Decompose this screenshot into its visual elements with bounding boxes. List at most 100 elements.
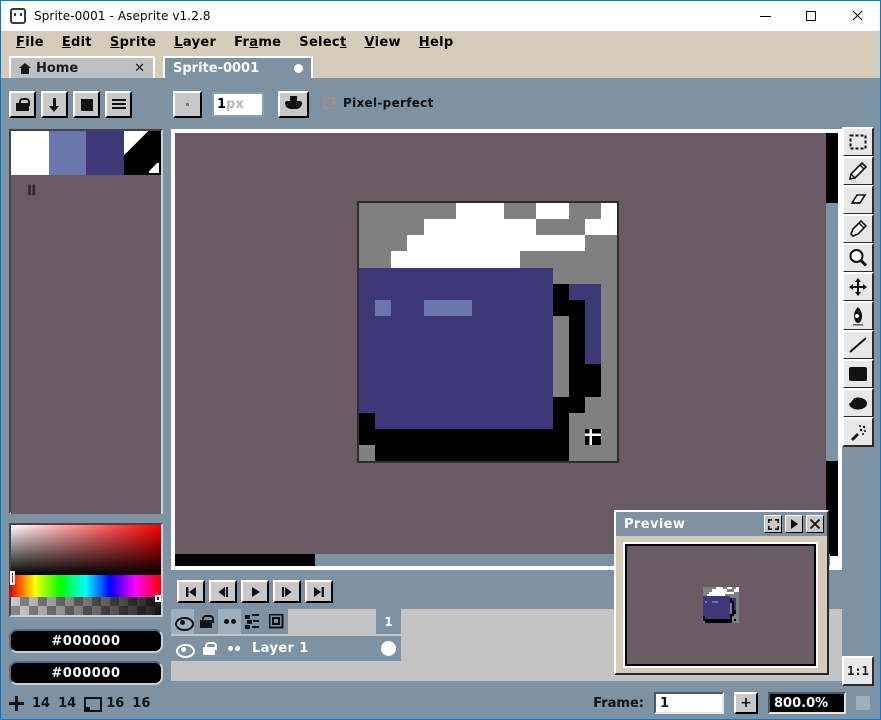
sprite-pixel[interactable] [520, 267, 537, 284]
sprite-pixel[interactable] [375, 396, 392, 413]
sprite-pixel[interactable] [584, 444, 601, 461]
sprite-pixel[interactable] [391, 380, 408, 397]
sprite-pixel[interactable] [584, 283, 601, 300]
sprite-pixel[interactable] [391, 428, 408, 445]
sprite-pixel[interactable] [568, 412, 585, 429]
sprite-pixel[interactable] [504, 428, 521, 445]
sprite-pixel[interactable] [391, 299, 408, 316]
sprite-pixel[interactable] [471, 283, 488, 300]
sprite-pixel[interactable] [455, 412, 472, 429]
sprite-pixel[interactable] [568, 235, 585, 252]
sprite-pixel[interactable] [375, 332, 392, 349]
sprite-pixel[interactable] [391, 444, 408, 461]
sprite-pixel[interactable] [359, 267, 376, 284]
sprite-pixel[interactable] [536, 315, 553, 332]
sprite-pixel[interactable] [552, 396, 569, 413]
sprite-pixel[interactable] [584, 219, 601, 236]
sprite-pixel[interactable] [520, 203, 537, 220]
sprite-pixel[interactable] [359, 299, 376, 316]
spray-tool[interactable] [842, 417, 874, 447]
canvas-viewport[interactable] [175, 133, 830, 556]
sprite-pixel[interactable] [375, 315, 392, 332]
sprite-pixel[interactable] [391, 364, 408, 381]
sprite-pixel[interactable] [407, 364, 424, 381]
go-next-frame-button[interactable] [273, 580, 301, 603]
background-color-hex[interactable]: #000000 [9, 661, 163, 685]
sprite-pixel[interactable] [423, 348, 440, 365]
sprite-pixel[interactable] [536, 364, 553, 381]
sprite-pixel[interactable] [552, 315, 569, 332]
zoom-level-field[interactable]: 800.0% [768, 692, 846, 714]
sprite-pixel[interactable] [536, 396, 553, 413]
sprite-pixel[interactable] [600, 412, 617, 429]
sprite-pixel[interactable] [488, 219, 505, 236]
sprite-pixel[interactable] [488, 283, 505, 300]
sprite-pixel[interactable] [600, 315, 617, 332]
sprite-pixel[interactable] [504, 396, 521, 413]
hue-handle[interactable] [10, 571, 15, 585]
sprite-pixel[interactable] [568, 219, 585, 236]
sprite-pixel[interactable] [504, 299, 521, 316]
sprite-pixel[interactable] [391, 315, 408, 332]
sprite-pixel[interactable] [455, 332, 472, 349]
sprite-pixel[interactable] [407, 267, 424, 284]
hue-slider[interactable] [11, 575, 161, 597]
sprite-pixel[interactable] [488, 348, 505, 365]
sprite-pixel[interactable] [600, 332, 617, 349]
sprite-pixel[interactable] [568, 364, 585, 381]
sprite-pixel[interactable] [455, 315, 472, 332]
brush-type-button[interactable] [173, 91, 202, 118]
rectangle-tool[interactable] [842, 359, 874, 389]
resize-grip[interactable] [856, 696, 870, 710]
menu-select[interactable]: Select [290, 33, 355, 52]
menu-edit[interactable]: Edit [53, 33, 101, 52]
preview-close-button[interactable] [806, 515, 824, 533]
sprite-pixel[interactable] [488, 315, 505, 332]
menu-help[interactable]: Help [410, 33, 463, 52]
sprite-pixel[interactable] [375, 412, 392, 429]
preview-fit-button[interactable] [764, 515, 782, 533]
tab-home-close-icon[interactable]: ✕ [134, 61, 145, 76]
sprite-pixel[interactable] [423, 283, 440, 300]
timeline-cel-1[interactable] [376, 636, 401, 661]
sprite-pixel[interactable] [455, 251, 472, 268]
sprite-pixel[interactable] [407, 219, 424, 236]
sprite-pixel[interactable] [439, 315, 456, 332]
sprite-pixel[interactable] [600, 235, 617, 252]
pixel-perfect-toggle[interactable]: Pixel-perfect [323, 96, 434, 110]
sprite-pixel[interactable] [520, 251, 537, 268]
sprite-pixel[interactable] [407, 428, 424, 445]
sprite-pixel[interactable] [439, 396, 456, 413]
sprite-pixel[interactable] [584, 315, 601, 332]
sprite-pixel[interactable] [439, 235, 456, 252]
alpha-handle[interactable] [155, 595, 161, 602]
sprite-pixel[interactable] [504, 412, 521, 429]
sprite-pixel[interactable] [391, 396, 408, 413]
sprite-pixel[interactable] [471, 396, 488, 413]
sprite-pixel[interactable] [359, 283, 376, 300]
sprite-pixel[interactable] [423, 235, 440, 252]
sprite-pixel[interactable] [471, 380, 488, 397]
sprite-pixel[interactable] [391, 251, 408, 268]
timeline-layer-row[interactable]: Layer 1 [171, 636, 401, 661]
palette-swatch-3[interactable] [123, 131, 161, 175]
sprite-pixel[interactable] [455, 380, 472, 397]
sprite-pixel[interactable] [520, 380, 537, 397]
sprite-pixel[interactable] [488, 444, 505, 461]
sprite-pixel[interactable] [520, 315, 537, 332]
sprite-pixel[interactable] [504, 348, 521, 365]
sprite-pixel[interactable] [439, 412, 456, 429]
sprite-pixel[interactable] [407, 299, 424, 316]
sprite-pixel[interactable] [391, 267, 408, 284]
sprite-pixel[interactable] [359, 396, 376, 413]
sprite-pixel[interactable] [455, 235, 472, 252]
sprite-pixel[interactable] [504, 332, 521, 349]
sprite-pixel[interactable] [407, 315, 424, 332]
sprite-pixel[interactable] [423, 444, 440, 461]
sprite-pixel[interactable] [375, 267, 392, 284]
sprite-pixel[interactable] [455, 299, 472, 316]
sprite-pixel[interactable] [359, 348, 376, 365]
sprite-pixel[interactable] [423, 412, 440, 429]
sprite-pixel[interactable] [407, 235, 424, 252]
sprite-pixel[interactable] [439, 203, 456, 220]
